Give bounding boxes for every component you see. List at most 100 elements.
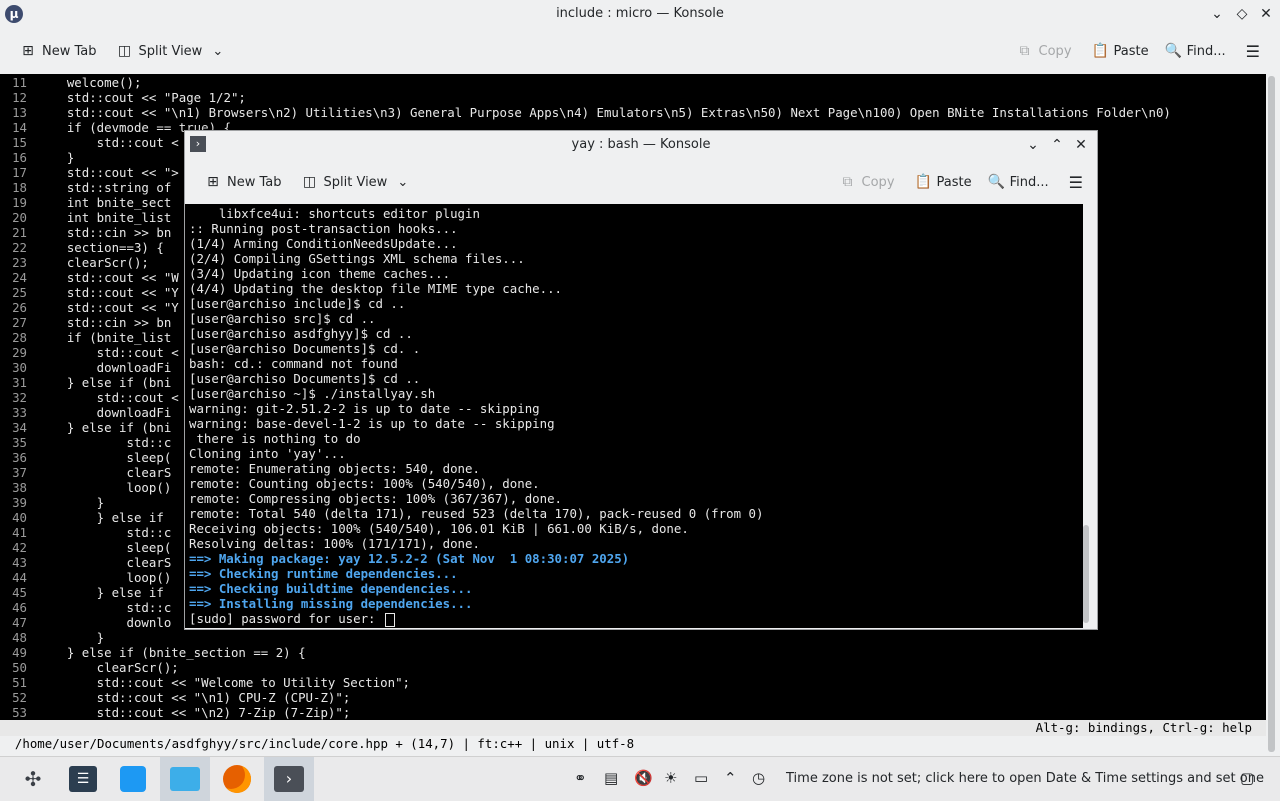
line-code: std::cout << "Y [37, 285, 179, 300]
find-button[interactable]: 🔍 Find... [1159, 39, 1232, 63]
line-number: 26 [12, 300, 27, 315]
terminal-line-text: there is nothing to do [189, 431, 361, 446]
maximize-icon[interactable]: ◇ [1233, 5, 1251, 23]
line-code: clearS [37, 555, 172, 570]
terminal-line-text: (1/4) Arming ConditionNeedsUpdate... [189, 236, 458, 251]
inner-find-button[interactable]: 🔍 Find... [982, 170, 1055, 194]
editor-line: 30 downloadFi [0, 360, 171, 375]
show-desktop-icon[interactable]: ▢ [1240, 769, 1254, 787]
terminal-line-text: Resolving deltas: 100% (171/171), done. [189, 536, 480, 551]
timezone-message[interactable]: Time zone is not set; click here to open… [786, 771, 1264, 786]
terminal-output[interactable]: libxfce4ui: shortcuts editor plugin:: Ru… [185, 204, 1083, 628]
close-icon[interactable]: ✕ [1257, 5, 1275, 23]
terminal-line: remote: Compressing objects: 100% (367/3… [189, 491, 562, 506]
line-code: } else if (bnite_section == 2) { [37, 645, 306, 660]
volume-muted-icon[interactable]: 🔇 [634, 769, 653, 787]
app-launcher-icon[interactable]: ✣ [8, 757, 58, 801]
inner-new-tab-button[interactable]: ⊞ New Tab [199, 170, 288, 194]
editor-line: 38 loop() [0, 480, 171, 495]
line-code: downloadFi [37, 360, 172, 375]
terminal-line-text: remote: Counting objects: 100% (540/540)… [189, 476, 540, 491]
chevron-up-icon[interactable]: ⌃ [724, 769, 737, 787]
line-code: std::c [37, 600, 172, 615]
inner-konsole-window[interactable]: › yay : bash — Konsole ⌄ ⌃ ✕ ⊞ New Tab ◫ S… [184, 130, 1098, 630]
editor-line: 49 } else if (bnite_section == 2) { [0, 645, 306, 660]
terminal-line-text: ==> Making package: yay 12.5.2-2 (Sat No… [189, 551, 630, 566]
minimize-icon[interactable]: ⌄ [1208, 5, 1226, 23]
inner-paste-button[interactable]: 📋 Paste [909, 170, 978, 194]
line-code: int bnite_list [37, 210, 172, 225]
line-number: 41 [12, 525, 27, 540]
editor-line: 21 std::cin >> bn [0, 225, 171, 240]
inner-maximize-icon[interactable]: ⌃ [1048, 136, 1066, 154]
terminal-line: ==> Installing missing dependencies... [189, 596, 472, 611]
line-number: 23 [12, 255, 27, 270]
line-code: std::c [37, 435, 172, 450]
terminal-cursor [384, 612, 395, 627]
discover-icon[interactable] [108, 757, 158, 801]
inner-window-title: yay : bash — Konsole [571, 137, 711, 152]
line-code: std::cout << "> [37, 165, 179, 180]
paste-button[interactable]: 📋 Paste [1086, 39, 1155, 63]
line-code: clearScr(); [37, 660, 179, 675]
terminal-line: remote: Enumerating objects: 540, done. [189, 461, 480, 476]
line-code: } [37, 630, 105, 645]
copy-button[interactable]: ⧉ Copy [1011, 39, 1078, 63]
line-number: 29 [12, 345, 27, 360]
line-code: loop() [37, 480, 172, 495]
clock-icon[interactable]: ◷ [752, 769, 765, 787]
line-number: 24 [12, 270, 27, 285]
terminal-line: warning: base-devel-1-2 is up to date --… [189, 416, 555, 431]
terminal-line-text: [user@archiso src]$ cd .. [189, 311, 376, 326]
display-icon[interactable]: ▭ [694, 769, 708, 787]
editor-line: 24 std::cout << "W [0, 270, 179, 285]
line-code: std::cin >> bn [37, 225, 172, 240]
terminal-line-text: (2/4) Compiling GSettings XML schema fil… [189, 251, 525, 266]
brightness-icon[interactable]: ☀ [664, 769, 677, 787]
line-code: } else if [37, 510, 164, 525]
editor-line: 46 std::c [0, 600, 171, 615]
line-code: int bnite_sect [37, 195, 172, 210]
line-code: sleep( [37, 540, 172, 555]
line-code: std::cout << "Y [37, 300, 179, 315]
line-code: sleep( [37, 450, 172, 465]
editor-line: 53 std::cout << "\n2) 7-Zip (7-Zip)"; [0, 705, 350, 720]
terminal-line-text: libxfce4ui: shortcuts editor plugin [189, 206, 480, 221]
terminal-line-text: remote: Enumerating objects: 540, done. [189, 461, 480, 476]
copy-icon: ⧉ [842, 174, 853, 190]
window-title: include : micro — Konsole [556, 6, 724, 21]
new-tab-button[interactable]: ⊞ New Tab [14, 39, 103, 63]
editor-line: 52 std::cout << "\n1) CPU-Z (CPU-Z)"; [0, 690, 350, 705]
line-number: 16 [12, 150, 27, 165]
terminal-line: warning: git-2.51.2-2 is up to date -- s… [189, 401, 540, 416]
inner-scrollbar-thumb[interactable] [1083, 525, 1089, 623]
inner-minimize-icon[interactable]: ⌄ [1024, 136, 1042, 154]
outer-scrollbar-thumb[interactable] [1268, 76, 1275, 752]
inner-copy-button[interactable]: ⧉ Copy [834, 170, 901, 194]
hamburger-menu-icon[interactable]: ☰ [1240, 38, 1266, 65]
line-code: downloadFi [37, 405, 172, 420]
split-view-button[interactable]: ◫ Split View ⌄ [111, 39, 230, 63]
system-settings-icon[interactable]: ☰ [58, 757, 108, 801]
konsole-icon[interactable]: › [264, 757, 314, 801]
clipboard-icon[interactable]: ▤ [604, 769, 618, 787]
terminal-line: [user@archiso src]$ cd .. [189, 311, 376, 326]
line-number: 39 [12, 495, 27, 510]
terminal-line-text: ==> Checking buildtime dependencies... [189, 581, 473, 596]
terminal-line-text: (3/4) Updating icon theme caches... [189, 266, 451, 281]
outer-toolbar: ⊞ New Tab ◫ Split View ⌄ ⧉ Copy 📋 Paste 🔍 Find… [14, 38, 1266, 64]
terminal-line: [user@archiso ~]$ ./installyay.sh [189, 386, 435, 401]
editor-line: 11 welcome(); [0, 75, 141, 90]
inner-close-icon[interactable]: ✕ [1072, 136, 1090, 154]
line-number: 21 [12, 225, 27, 240]
line-code: } [37, 495, 105, 510]
inner-split-view-button[interactable]: ◫ Split View ⌄ [296, 170, 415, 194]
new-tab-icon: ⊞ [207, 174, 219, 190]
inner-hamburger-menu-icon[interactable]: ☰ [1063, 169, 1089, 196]
firefox-icon[interactable] [212, 757, 262, 801]
line-code: if (bnite_list [37, 330, 172, 345]
file-manager-icon[interactable] [160, 757, 210, 801]
line-number: 48 [12, 630, 27, 645]
network-icon[interactable]: ⚭ [574, 769, 587, 787]
inner-toolbar: ⊞ New Tab ◫ Split View ⌄ ⧉ Copy 📋 Paste 🔍 Find… [199, 169, 1089, 195]
